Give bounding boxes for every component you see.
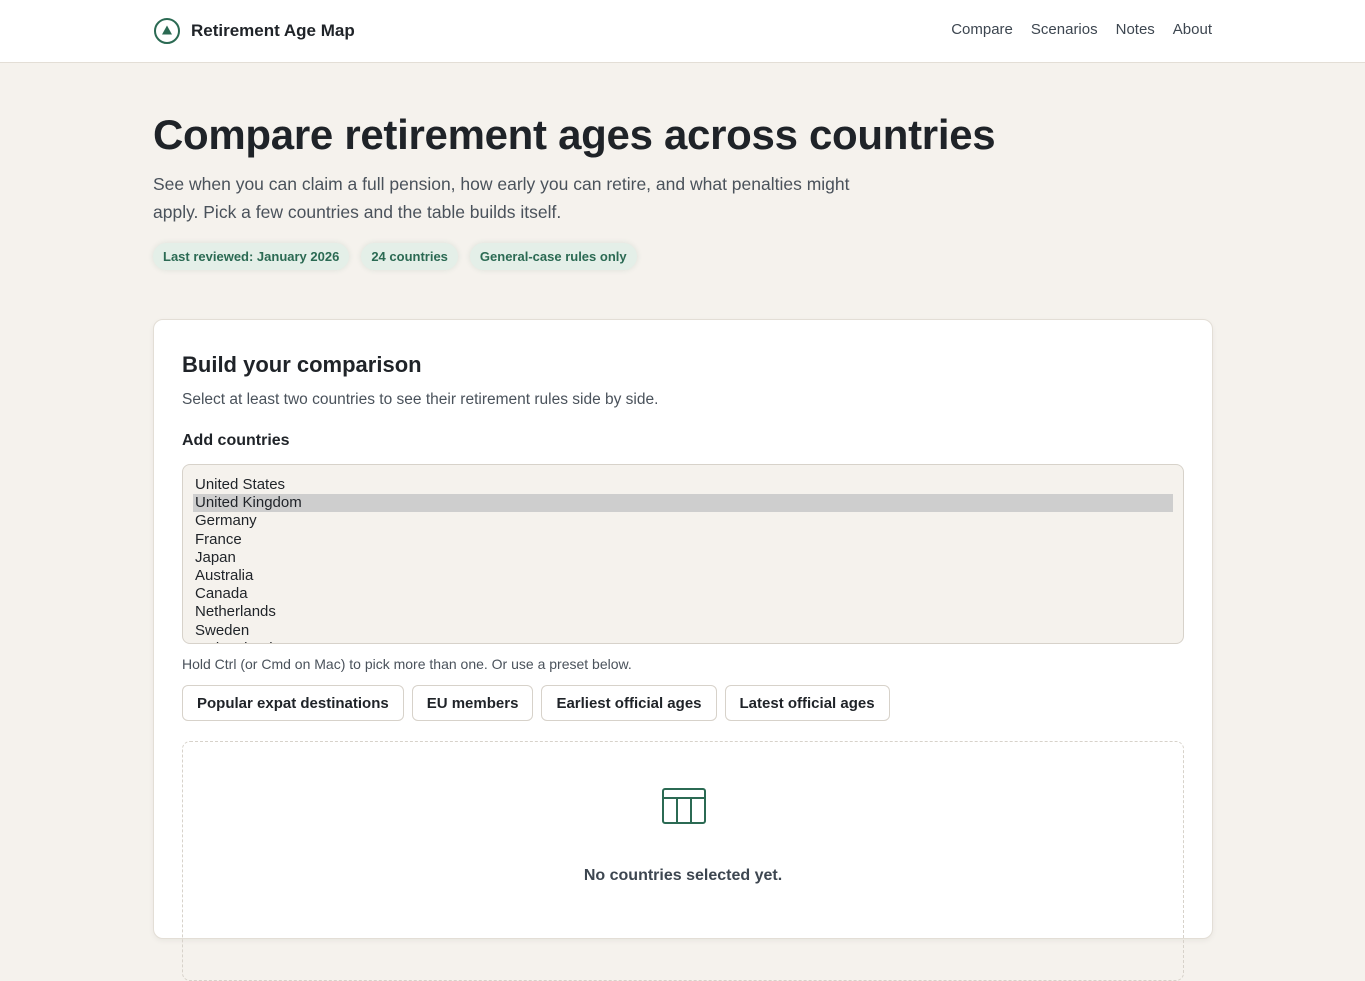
info-pills: Last reviewed: January 2026 24 countries… [153,243,1053,270]
nav-scenarios-link[interactable]: Scenarios [1031,21,1098,38]
country-option[interactable]: United Kingdom [193,494,1173,513]
country-option[interactable]: France [193,531,1173,549]
triangle-in-circle-icon [154,18,180,44]
brand[interactable]: Retirement Age Map [153,17,355,45]
country-option[interactable]: United States [193,476,1173,494]
empty-state-text: No countries selected yet. [583,867,783,884]
empty-state: No countries selected yet. [182,741,1184,981]
last-reviewed-badge: Last reviewed: January 2026 [153,243,350,270]
preset-expat-destinations-button[interactable]: Popular expat destinations [182,685,404,721]
builder-subtitle: Select at least two countries to see the… [182,391,659,408]
country-count-badge: 24 countries [361,243,458,270]
country-multiselect[interactable]: United States United Kingdom Germany France… [182,464,1184,644]
country-option[interactable]: Canada [193,585,1173,603]
country-option[interactable]: Sweden [193,622,1173,640]
hero-section: Compare retirement ages across countries… [153,110,1053,270]
countries-label: Add countries [182,432,290,449]
brand-name: Retirement Age Map [191,21,355,40]
preset-earliest-ages-button[interactable]: Earliest official ages [541,685,717,721]
hero-lead: See when you can claim a full pension, h… [153,174,850,222]
preset-buttons: Popular expat destinations EU members Ea… [182,685,1184,721]
preset-eu-members-button[interactable]: EU members [411,685,534,721]
rules-scope-badge: General-case rules only [469,243,637,270]
country-option[interactable]: Switzerland [193,640,1173,643]
nav-compare-link[interactable]: Compare [951,21,1013,38]
country-option[interactable]: Netherlands [193,603,1173,621]
table-icon [662,788,706,824]
country-option[interactable]: Germany [193,512,1173,530]
comparison-builder-card: Build your comparison Select at least tw… [153,319,1213,981]
nav-about-link[interactable]: About [1173,21,1212,38]
page-title: Compare retirement ages across countries [153,111,996,158]
country-option[interactable]: Australia [193,567,1173,585]
preset-latest-ages-button[interactable]: Latest official ages [724,685,890,721]
country-option[interactable]: Japan [193,549,1173,567]
builder-title: Build your comparison [182,352,422,377]
top-bar: Retirement Age Map Compare Scenarios Not… [0,0,1365,63]
multiselect-hint: Hold Ctrl (or Cmd on Mac) to pick more t… [182,656,632,672]
nav-notes-link[interactable]: Notes [1116,21,1155,38]
main-nav: Compare Scenarios Notes About [951,21,1212,38]
